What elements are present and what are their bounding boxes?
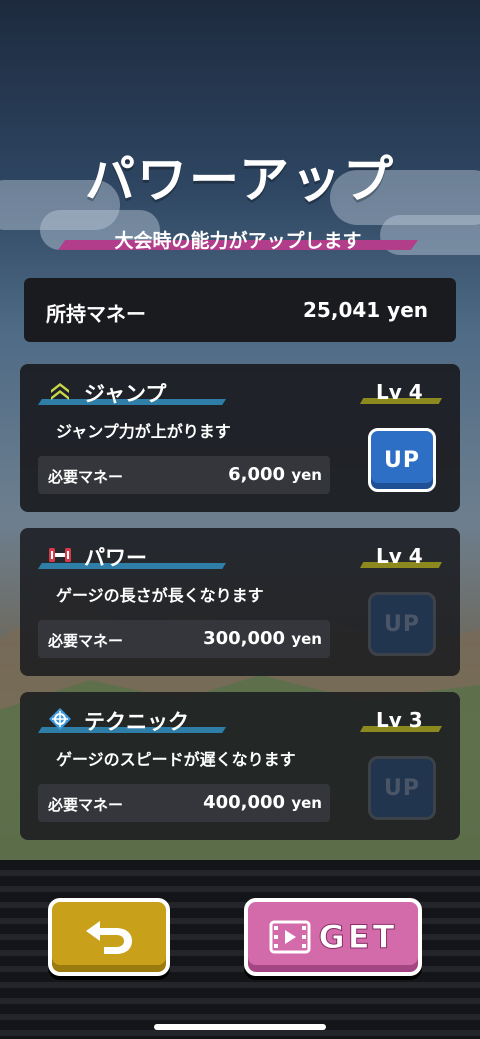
film-icon bbox=[269, 920, 311, 954]
dumbbell-icon bbox=[49, 548, 71, 562]
jump-chevrons-icon bbox=[51, 383, 69, 400]
cost-value: 400,000 yen bbox=[203, 792, 322, 813]
cost-unit: yen bbox=[291, 794, 322, 812]
cost-amount: 300,000 bbox=[203, 628, 286, 649]
cost-amount: 6,000 bbox=[228, 464, 286, 485]
crosshair-icon bbox=[49, 708, 71, 730]
ability-name: ジャンプ bbox=[84, 382, 167, 406]
subtitle-banner: 大会時の能力がアップします bbox=[58, 226, 418, 256]
cost-box: 必要マネー 6,000 yen bbox=[38, 456, 330, 494]
ability-name: パワー bbox=[84, 546, 147, 570]
cost-label: 必要マネー bbox=[48, 796, 124, 814]
ability-description: ゲージの長さが長くなります bbox=[56, 586, 264, 605]
get-button[interactable]: GET bbox=[244, 898, 422, 976]
technique-up-button[interactable]: UP bbox=[368, 756, 436, 820]
jump-up-button[interactable]: UP bbox=[368, 428, 436, 492]
power-up-button[interactable]: UP bbox=[368, 592, 436, 656]
get-label: GET bbox=[318, 918, 398, 957]
cost-box: 必要マネー 300,000 yen bbox=[38, 620, 330, 658]
ability-level: Lv 4 bbox=[376, 380, 423, 404]
cost-amount: 400,000 bbox=[203, 792, 286, 813]
ability-card-technique: テクニック Lv 3 ゲージのスピードが遅くなります 必要マネー 400,000… bbox=[20, 692, 460, 840]
cost-box: 必要マネー 400,000 yen bbox=[38, 784, 330, 822]
cost-label: 必要マネー bbox=[48, 468, 124, 486]
cost-value: 6,000 yen bbox=[228, 464, 322, 485]
cost-label: 必要マネー bbox=[48, 632, 124, 650]
page-title: パワーアップ bbox=[85, 151, 395, 209]
ability-description: ジャンプ力が上がります bbox=[56, 422, 231, 441]
cost-unit: yen bbox=[291, 630, 322, 648]
ability-card-power: パワー Lv 4 ゲージの長さが長くなります 必要マネー 300,000 yen… bbox=[20, 528, 460, 676]
cost-value: 300,000 yen bbox=[203, 628, 322, 649]
home-indicator[interactable] bbox=[154, 1024, 326, 1030]
ability-name: テクニック bbox=[84, 710, 189, 734]
money-label: 所持マネー bbox=[46, 302, 146, 326]
return-arrow-icon bbox=[86, 921, 132, 954]
cost-unit: yen bbox=[291, 466, 322, 484]
ability-level: Lv 4 bbox=[376, 544, 423, 568]
ability-card-jump: ジャンプ Lv 4 ジャンプ力が上がります 必要マネー 6,000 yen UP bbox=[20, 364, 460, 512]
subtitle: 大会時の能力がアップします bbox=[114, 230, 362, 252]
ability-description: ゲージのスピードが遅くなります bbox=[56, 750, 296, 769]
ability-level: Lv 3 bbox=[376, 708, 423, 732]
back-button[interactable] bbox=[48, 898, 170, 976]
money-value: 25,041 yen bbox=[303, 298, 428, 322]
money-panel: 所持マネー 25,041 yen bbox=[24, 278, 456, 342]
